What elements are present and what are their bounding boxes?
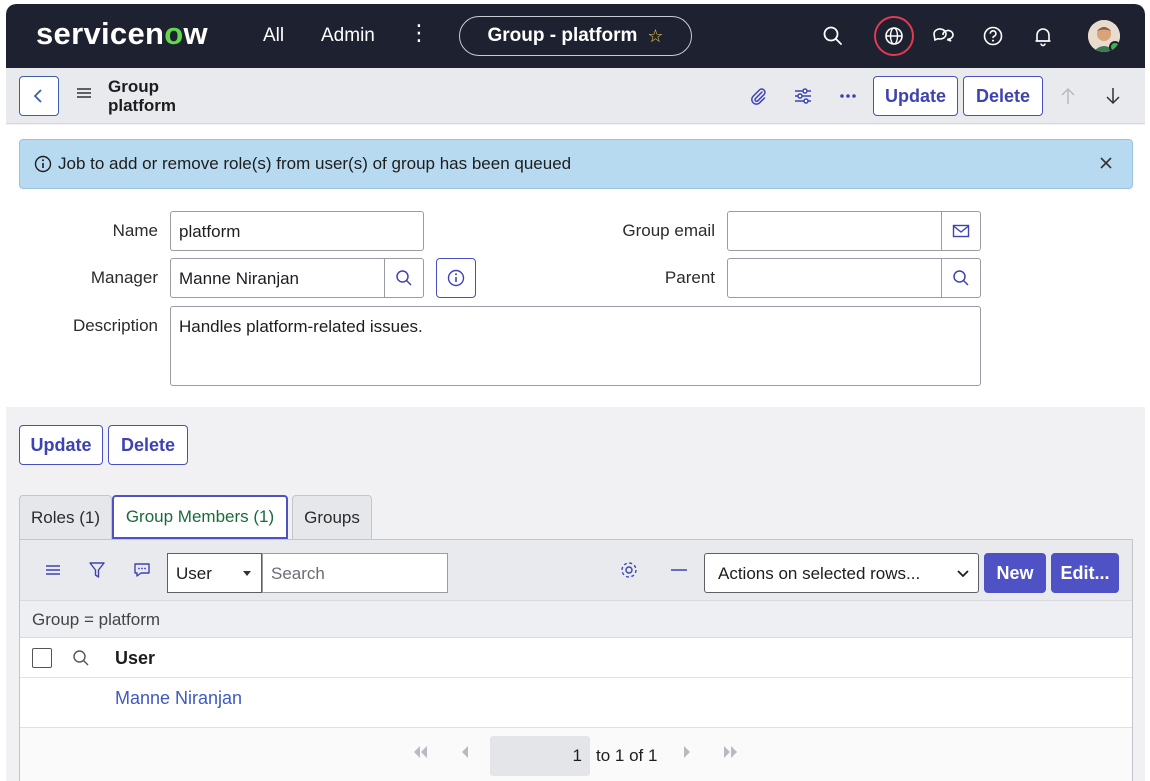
- list-menu-icon[interactable]: [43, 560, 63, 580]
- form-delete-button[interactable]: Delete: [108, 425, 188, 465]
- caret-down-icon: [243, 571, 251, 576]
- record-header: Group platform Update Delete: [6, 68, 1145, 124]
- previous-record-arrow-icon[interactable]: [1056, 85, 1080, 107]
- gear-icon[interactable]: [619, 560, 639, 580]
- servicenow-logo[interactable]: servicenow: [36, 16, 208, 52]
- tab-roles[interactable]: Roles (1): [19, 495, 112, 539]
- list-chat-icon[interactable]: [132, 560, 152, 580]
- context-pill[interactable]: Group - platform ☆: [459, 16, 692, 56]
- name-label: Name: [112, 221, 158, 240]
- context-menu-icon[interactable]: [76, 85, 92, 106]
- list-search-input[interactable]: Search: [262, 553, 448, 593]
- send-email-button[interactable]: [941, 211, 981, 251]
- nav-all-menu[interactable]: All: [263, 25, 284, 47]
- user-link[interactable]: Manne Niranjan: [115, 688, 242, 709]
- list-column-header: User: [20, 638, 1132, 678]
- filter-funnel-icon[interactable]: [87, 560, 107, 580]
- manager-field[interactable]: Manne Niranjan: [170, 258, 385, 298]
- manager-lookup-button[interactable]: [384, 258, 424, 298]
- last-page-icon[interactable]: [723, 745, 739, 762]
- select-all-checkbox[interactable]: [32, 648, 52, 668]
- favorite-star-icon[interactable]: ☆: [647, 26, 663, 47]
- parent-label: Parent: [664, 268, 715, 287]
- attachment-paperclip-icon[interactable]: [746, 85, 770, 107]
- description-field[interactable]: Handles platform-related issues.: [170, 306, 981, 386]
- help-icon[interactable]: [979, 22, 1007, 50]
- new-button[interactable]: New: [984, 553, 1046, 593]
- manager-label: Manager: [90, 268, 158, 287]
- search-icon[interactable]: [819, 22, 847, 50]
- column-user-header[interactable]: User: [115, 648, 155, 669]
- next-page-icon[interactable]: [682, 745, 692, 762]
- user-avatar[interactable]: [1088, 20, 1120, 52]
- group-email-field[interactable]: [727, 211, 942, 251]
- header-delete-button[interactable]: Delete: [963, 76, 1043, 116]
- group-email-label: Group email: [622, 221, 715, 240]
- page-range-text: to 1 of 1: [596, 746, 658, 765]
- context-pill-label: Group - platform: [487, 25, 638, 46]
- chat-icon[interactable]: [929, 22, 957, 50]
- actions-select-value: Actions on selected rows...: [718, 564, 921, 583]
- list-toolbar: User Search Actions on selected rows... …: [20, 540, 1132, 600]
- record-title-name: platform: [108, 96, 176, 115]
- first-page-icon[interactable]: [412, 745, 428, 762]
- actions-select[interactable]: Actions on selected rows...: [704, 553, 979, 593]
- list-filter-breadcrumb[interactable]: Group = platform: [20, 600, 1132, 638]
- tab-groups[interactable]: Groups: [292, 495, 372, 539]
- column-search-icon[interactable]: [72, 649, 90, 672]
- online-status-dot: [1109, 41, 1120, 52]
- record-title: Group platform: [108, 77, 176, 115]
- search-icon: [953, 270, 969, 286]
- collapse-minus-icon[interactable]: [669, 560, 689, 580]
- search-field-select-value: User: [176, 564, 212, 583]
- description-label: Description: [72, 316, 158, 335]
- chevron-down-icon: [956, 565, 970, 585]
- list-pager: 1 to 1 of 1: [20, 728, 1132, 781]
- envelope-icon: [952, 224, 970, 238]
- notifications-bell-icon[interactable]: [1029, 22, 1057, 50]
- nav-more-icon[interactable]: ⋮: [408, 20, 430, 46]
- search-icon: [396, 270, 412, 286]
- previous-page-icon[interactable]: [460, 745, 470, 762]
- search-field-select[interactable]: User: [167, 553, 262, 593]
- personalize-sliders-icon[interactable]: [791, 85, 815, 107]
- related-list-panel: User Search Actions on selected rows... …: [19, 539, 1133, 781]
- app-window: servicenow All Admin ⋮ Group - platform …: [6, 4, 1145, 781]
- tab-group-members[interactable]: Group Members (1): [112, 495, 288, 539]
- more-options-icon[interactable]: [836, 85, 860, 107]
- chevron-left-icon: [33, 89, 42, 103]
- manager-preview-button[interactable]: [436, 258, 476, 298]
- page-number-input[interactable]: 1: [490, 736, 590, 776]
- record-form: Job to add or remove role(s) from user(s…: [6, 125, 1145, 407]
- nav-admin-menu[interactable]: Admin: [321, 25, 375, 47]
- top-nav-bar: servicenow All Admin ⋮ Group - platform …: [6, 4, 1145, 68]
- parent-field[interactable]: [727, 258, 942, 298]
- record-title-type: Group: [108, 77, 159, 96]
- back-button[interactable]: [19, 76, 59, 116]
- info-icon: [447, 269, 465, 287]
- header-update-button[interactable]: Update: [873, 76, 958, 116]
- close-icon[interactable]: [1098, 155, 1114, 176]
- edit-button[interactable]: Edit...: [1051, 553, 1119, 593]
- info-banner: Job to add or remove role(s) from user(s…: [19, 139, 1133, 189]
- banner-message: Job to add or remove role(s) from user(s…: [58, 154, 572, 173]
- form-update-button[interactable]: Update: [19, 425, 103, 465]
- next-record-arrow-icon[interactable]: [1101, 85, 1125, 107]
- parent-lookup-button[interactable]: [941, 258, 981, 298]
- info-icon: [34, 155, 52, 178]
- language-globe-icon[interactable]: [874, 16, 914, 56]
- name-field[interactable]: platform: [170, 211, 424, 251]
- table-row: Manne Niranjan: [20, 678, 1132, 728]
